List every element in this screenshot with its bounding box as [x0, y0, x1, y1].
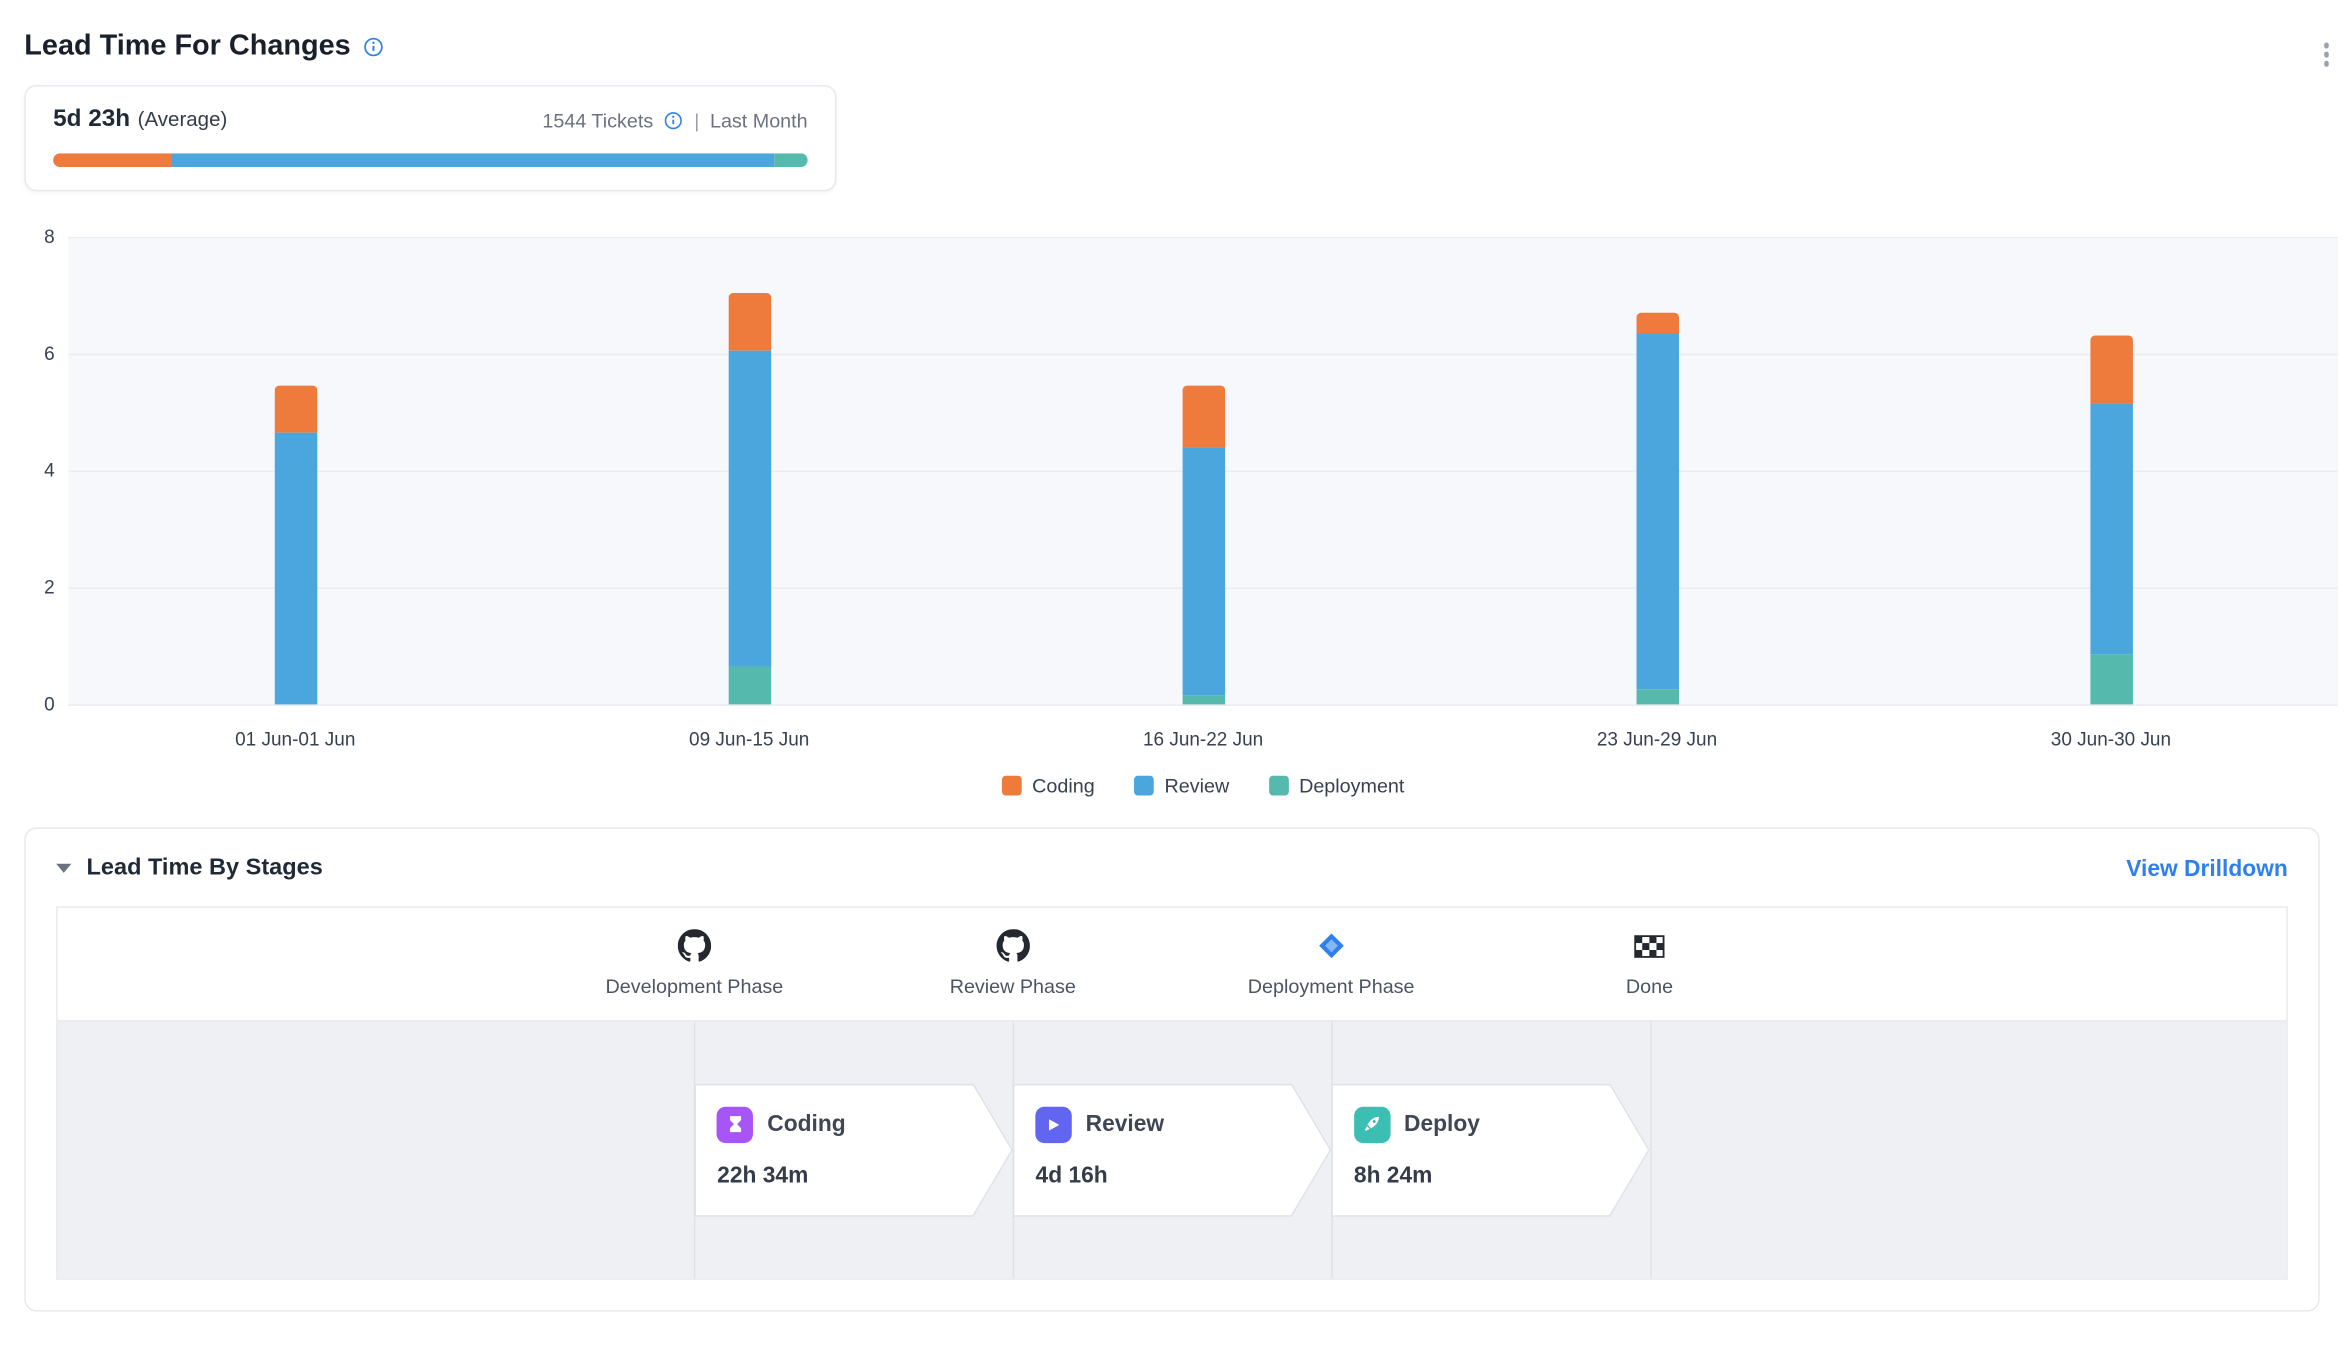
- bar-segment-deployment: [2090, 655, 2133, 705]
- bar-segment-review: [2090, 403, 2133, 654]
- collapse-caret-icon[interactable]: [56, 864, 71, 873]
- stage-card-review[interactable]: Review 4d 16h: [1013, 1083, 1331, 1217]
- page-header: Lead Time For Changes: [0, 0, 2344, 64]
- stages-body: Coding 22h 34m Review 4d 16h Deploy 8h 24m: [58, 1020, 2287, 1278]
- summary-card: 5d 23h (Average) 1544 Tickets | Last Mon…: [24, 85, 836, 191]
- y-tick-label: 6: [44, 343, 55, 364]
- github-icon: [950, 928, 1076, 964]
- period-label: Last Month: [710, 109, 808, 132]
- x-tick-label: 23 Jun-29 Jun: [1597, 729, 1717, 750]
- stages-table: Development Phase Review Phase Deployment …: [56, 906, 2288, 1279]
- x-tick-label: 30 Jun-30 Jun: [2051, 729, 2171, 750]
- stage-card-body: Deploy 8h 24m: [1333, 1085, 1648, 1216]
- chart-x-axis: 01 Jun-01 Jun 09 Jun-15 Jun 16 Jun-22 Jun 2…: [68, 729, 2338, 759]
- bar-segment-coding: [274, 386, 317, 433]
- progress-segment-coding: [53, 153, 171, 167]
- legend-swatch: [1002, 776, 1022, 796]
- kebab-menu-icon[interactable]: [2317, 36, 2334, 72]
- stage-duration: 4d 16h: [1036, 1162, 1330, 1188]
- bar-segment-review: [1182, 447, 1225, 695]
- phase-header-2: Deployment Phase: [1248, 928, 1415, 998]
- phases-header: Development Phase Review Phase Deployment …: [58, 908, 2287, 1020]
- chart-bar-1[interactable]: [728, 292, 771, 704]
- review-arrow-icon: [1036, 1106, 1072, 1142]
- hourglass-icon: [717, 1106, 753, 1142]
- stage-name: Review: [1086, 1111, 1164, 1137]
- title-info-icon[interactable]: [363, 36, 384, 57]
- legend-item-deployment[interactable]: Deployment: [1269, 774, 1405, 797]
- progress-segment-deployment: [774, 153, 808, 167]
- legend-label: Review: [1165, 774, 1230, 797]
- bar-segment-coding: [728, 292, 771, 350]
- x-tick-label: 09 Jun-15 Jun: [689, 729, 809, 750]
- github-icon: [606, 928, 784, 964]
- tickets-count: 1544 Tickets: [542, 109, 653, 132]
- legend-label: Deployment: [1299, 774, 1404, 797]
- bar-segment-deployment: [728, 666, 771, 704]
- bar-segment-coding: [1636, 313, 1679, 333]
- gridline: [68, 354, 2338, 356]
- bar-segment-coding: [1182, 386, 1225, 447]
- bar-segment-review: [1636, 333, 1679, 690]
- chart-bar-2[interactable]: [1182, 386, 1225, 705]
- bar-segment-deployment: [1182, 696, 1225, 705]
- stage-card-deploy[interactable]: Deploy 8h 24m: [1331, 1083, 1649, 1217]
- chart-bar-4[interactable]: [2090, 336, 2133, 704]
- x-tick-label: 01 Jun-01 Jun: [235, 729, 355, 750]
- stage-card-body: Review 4d 16h: [1014, 1085, 1329, 1216]
- bar-segment-review: [274, 433, 317, 705]
- stage-card-body: Coding 22h 34m: [696, 1085, 1011, 1216]
- view-drilldown-link[interactable]: View Drilldown: [2126, 855, 2288, 881]
- y-tick-label: 0: [44, 694, 55, 715]
- tickets-info-icon[interactable]: [664, 110, 684, 130]
- legend-swatch: [1134, 776, 1154, 796]
- phase-header-3: Done: [1626, 928, 1673, 998]
- stage-name: Deploy: [1404, 1111, 1480, 1137]
- phase-header-1: Review Phase: [950, 928, 1076, 998]
- stage-duration: 22h 34m: [717, 1162, 1011, 1188]
- bar-segment-coding: [2090, 336, 2133, 403]
- column-divider: [1650, 1022, 1652, 1279]
- summary-progress-bar: [53, 153, 807, 167]
- rocket-icon: [1354, 1106, 1390, 1142]
- lead-time-dashboard: Lead Time For Changes 5d 23h (Average) 1…: [0, 0, 2344, 1353]
- legend-label: Coding: [1032, 774, 1095, 797]
- bar-segment-review: [728, 351, 771, 667]
- chart-legend: Coding Review Deployment: [68, 774, 2338, 797]
- phase-label: Review Phase: [950, 975, 1076, 998]
- bar-segment-deployment: [1636, 690, 1679, 705]
- checkered-flag-icon: [1626, 928, 1673, 964]
- average-value: 5d 23h: [53, 106, 130, 133]
- phase-label: Deployment Phase: [1248, 975, 1415, 998]
- phase-label: Done: [1626, 975, 1673, 998]
- diamond-icon: [1248, 928, 1415, 964]
- phase-header-0: Development Phase: [606, 928, 784, 998]
- y-tick-label: 2: [44, 577, 55, 598]
- legend-item-coding[interactable]: Coding: [1002, 774, 1095, 797]
- gridline: [68, 237, 2338, 239]
- phase-label: Development Phase: [606, 975, 784, 998]
- page-title: Lead Time For Changes: [24, 30, 350, 63]
- y-tick-label: 8: [44, 226, 55, 247]
- y-tick-label: 4: [44, 460, 55, 481]
- stage-duration: 8h 24m: [1354, 1162, 1648, 1188]
- lead-time-chart: 02468 01 Jun-01 Jun09 Jun-15 Jun16 Jun-2…: [68, 237, 2338, 797]
- stages-title: Lead Time By Stages: [87, 855, 323, 882]
- chart-y-axis: 02468: [0, 237, 55, 705]
- gridline: [68, 704, 2338, 706]
- stage-card-coding[interactable]: Coding 22h 34m: [694, 1083, 1012, 1217]
- progress-segment-review: [172, 153, 774, 167]
- x-tick-label: 16 Jun-22 Jun: [1143, 729, 1263, 750]
- average-label: (Average): [138, 108, 228, 131]
- separator: |: [694, 109, 699, 132]
- stage-name: Coding: [767, 1111, 845, 1137]
- chart-bar-3[interactable]: [1636, 313, 1679, 705]
- legend-item-review[interactable]: Review: [1134, 774, 1229, 797]
- chart-plot: [68, 237, 2338, 705]
- stages-panel: Lead Time By Stages View Drilldown Devel…: [24, 827, 2319, 1311]
- chart-bar-0[interactable]: [274, 386, 317, 705]
- legend-swatch: [1269, 776, 1289, 796]
- stages-panel-header: Lead Time By Stages View Drilldown: [56, 855, 2288, 882]
